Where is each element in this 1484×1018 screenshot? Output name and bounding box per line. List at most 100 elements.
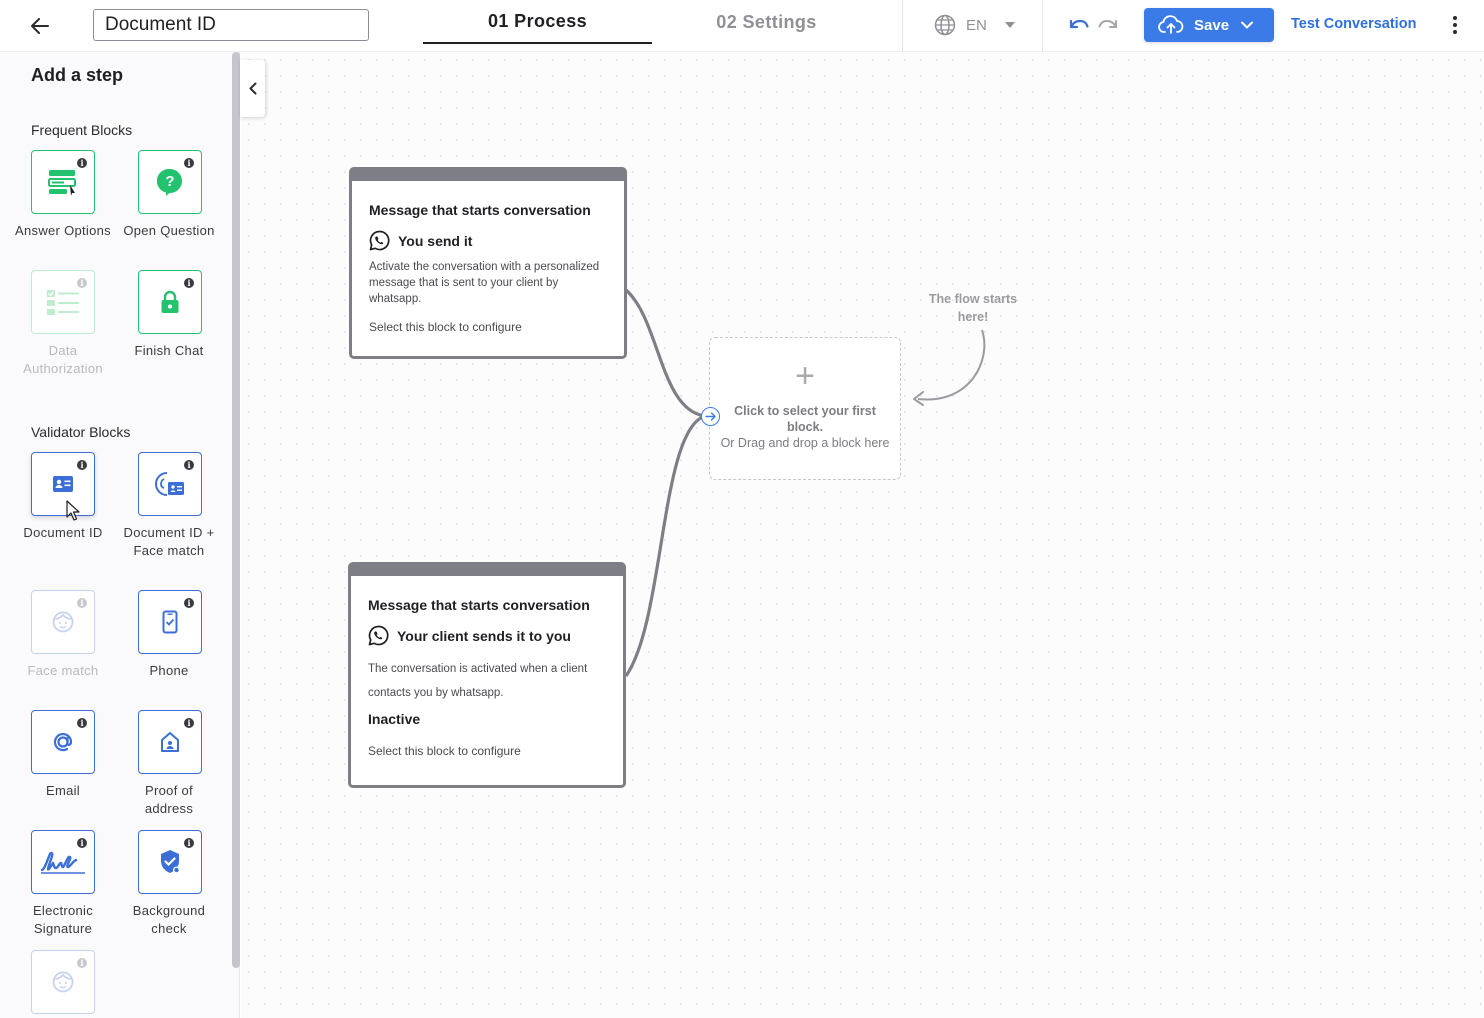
collapse-sidebar-button[interactable] bbox=[240, 60, 265, 117]
card-title: Message that starts conversation bbox=[369, 202, 591, 218]
block-label: Document ID bbox=[23, 525, 103, 540]
block-label: Email bbox=[45, 783, 80, 798]
lock-icon bbox=[161, 290, 179, 313]
sidebar-scrollbar[interactable] bbox=[232, 52, 240, 968]
info-icon[interactable]: i bbox=[77, 598, 87, 608]
block-label: Data Authorization bbox=[23, 343, 103, 376]
at-sign-icon bbox=[53, 733, 73, 752]
card-title: Message that starts conversation bbox=[368, 597, 590, 613]
dropzone-title: Click to select your first block. bbox=[734, 404, 876, 434]
info-icon[interactable]: i bbox=[77, 838, 87, 848]
info-icon[interactable]: i bbox=[184, 718, 194, 728]
info-icon[interactable]: i bbox=[77, 718, 87, 728]
frequent-blocks-title: Frequent Blocks bbox=[31, 122, 133, 138]
globe-icon bbox=[934, 14, 956, 36]
save-button[interactable]: Save bbox=[1144, 8, 1274, 42]
tab-settings[interactable]: 02 Settings bbox=[652, 0, 881, 44]
start-message-card-client-sends[interactable]: Message that starts conversation Your cl… bbox=[348, 562, 626, 788]
block-data-authorization[interactable]: i bbox=[31, 270, 95, 334]
block-label: Document ID + Face match bbox=[123, 525, 215, 558]
face-icon bbox=[52, 611, 74, 633]
info-icon[interactable]: i bbox=[184, 598, 194, 608]
back-arrow-icon[interactable] bbox=[26, 12, 54, 40]
tab-process[interactable]: 01 Process bbox=[423, 0, 652, 44]
card-status: Inactive bbox=[368, 711, 421, 727]
plus-icon: + bbox=[795, 357, 815, 395]
open-question-icon: ? bbox=[157, 168, 182, 196]
shield-check-icon bbox=[161, 850, 180, 874]
block-label: Proof of address bbox=[144, 783, 194, 816]
language-selector[interactable]: EN bbox=[934, 12, 1015, 38]
block-background-check[interactable]: i bbox=[138, 830, 202, 894]
whatsapp-icon bbox=[368, 625, 389, 646]
block-document-id-face-match[interactable]: i bbox=[138, 452, 202, 516]
block-document-id[interactable]: i bbox=[31, 452, 95, 516]
info-icon[interactable]: i bbox=[184, 460, 194, 470]
cloud-upload-icon bbox=[1158, 15, 1184, 34]
top-bar: 01 Process 02 Settings EN Save Test Conv… bbox=[0, 0, 1484, 52]
info-icon[interactable]: i bbox=[77, 278, 87, 288]
divider bbox=[902, 0, 903, 52]
redo-icon[interactable] bbox=[1096, 13, 1120, 37]
card-configure-hint: Select this block to configure bbox=[369, 320, 522, 334]
language-label: EN bbox=[966, 16, 987, 34]
block-label: Face match bbox=[27, 663, 99, 678]
answer-options-icon bbox=[48, 170, 76, 196]
first-block-dropzone[interactable]: + Click to select your first block. Or D… bbox=[709, 337, 901, 480]
signature-icon bbox=[40, 851, 85, 874]
dropzone-subtitle: Or Drag and drop a block here bbox=[720, 436, 890, 450]
card-header-bar bbox=[351, 565, 623, 576]
block-electronic-signature[interactable]: i bbox=[31, 830, 95, 894]
info-icon[interactable]: i bbox=[77, 158, 87, 168]
block-label: Answer Options bbox=[15, 223, 111, 238]
data-authorization-icon bbox=[47, 290, 79, 315]
face-icon bbox=[52, 971, 74, 993]
info-icon[interactable]: i bbox=[184, 158, 194, 168]
chevron-left-icon bbox=[249, 82, 256, 95]
whatsapp-icon bbox=[369, 230, 390, 251]
undo-icon[interactable] bbox=[1067, 13, 1091, 37]
block-label: Background check bbox=[132, 903, 206, 936]
chevron-down-icon[interactable] bbox=[1241, 21, 1254, 29]
sidebar-title: Add a step bbox=[31, 65, 124, 85]
document-name-input[interactable] bbox=[93, 9, 369, 41]
card-subtitle-text: You send it bbox=[398, 232, 473, 249]
block-phone[interactable]: i bbox=[138, 590, 202, 654]
start-message-card-you-send[interactable]: Message that starts conversation You sen… bbox=[349, 167, 627, 359]
block-label: Finish Chat bbox=[134, 343, 204, 358]
card-description: The conversation is activated when a cli… bbox=[368, 663, 588, 699]
block-proof-of-address[interactable]: i bbox=[138, 710, 202, 774]
phone-icon bbox=[162, 610, 178, 634]
card-subtitle: Your client sends it to you bbox=[368, 625, 571, 646]
info-icon[interactable]: i bbox=[77, 958, 87, 968]
connector-entry-icon[interactable] bbox=[701, 407, 720, 426]
block-finish-chat[interactable]: i bbox=[138, 270, 202, 334]
block-label: Open Question bbox=[123, 223, 215, 238]
card-subtitle: You send it bbox=[369, 230, 472, 251]
block-email[interactable]: i bbox=[31, 710, 95, 774]
svg-text:?: ? bbox=[165, 173, 174, 190]
card-header-bar bbox=[352, 170, 624, 181]
caret-down-icon bbox=[1004, 22, 1015, 28]
block-label: Phone bbox=[149, 663, 189, 678]
card-subtitle-text: Your client sends it to you bbox=[397, 627, 571, 644]
face-id-card-icon bbox=[155, 472, 184, 496]
test-conversation-link[interactable]: Test Conversation bbox=[1291, 16, 1416, 32]
id-card-icon bbox=[53, 476, 73, 492]
more-vertical-icon[interactable] bbox=[1446, 14, 1464, 36]
save-label: Save bbox=[1194, 16, 1230, 34]
info-icon[interactable]: i bbox=[77, 460, 87, 470]
home-id-icon bbox=[161, 732, 179, 752]
block-face-match-extra[interactable]: i bbox=[31, 950, 95, 1014]
block-open-question[interactable]: i ? bbox=[138, 150, 202, 214]
card-configure-hint: Select this block to configure bbox=[368, 744, 521, 758]
info-icon[interactable]: i bbox=[184, 838, 194, 848]
block-face-match[interactable]: i bbox=[31, 590, 95, 654]
block-label: Electronic Signature bbox=[32, 903, 94, 936]
card-description: Activate the conversation with a persona… bbox=[369, 261, 600, 305]
block-answer-options[interactable]: i bbox=[31, 150, 95, 214]
divider bbox=[1042, 0, 1043, 52]
flow-start-hint: The flow starts here! bbox=[928, 292, 1018, 324]
validator-blocks-title: Validator Blocks bbox=[31, 424, 131, 440]
info-icon[interactable]: i bbox=[184, 278, 194, 288]
